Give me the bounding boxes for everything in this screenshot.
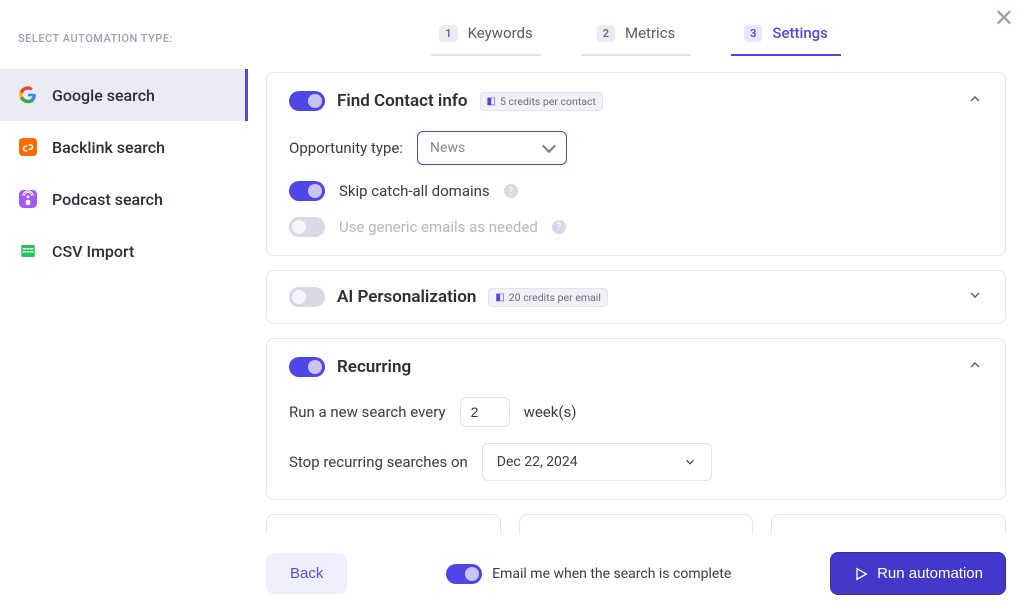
generic-emails-label: Use generic emails as needed [339,218,538,236]
run-automation-button[interactable]: Run automation [830,552,1006,595]
credits-icon: ◧ [487,96,496,107]
sidebar-item-podcast-search[interactable]: Podcast search [0,173,248,225]
ghost-card[interactable] [771,514,1006,534]
sidebar-item-label: Backlink search [52,138,165,157]
sidebar-item-label: Podcast search [52,190,163,209]
toggle-email-complete[interactable] [446,564,482,584]
step-settings[interactable]: 3 Settings [731,16,841,56]
card-title: Recurring [337,357,411,377]
stepper: 1 Keywords 2 Metrics 3 Settings [266,0,1006,66]
step-number: 3 [744,25,762,42]
step-label: Keywords [468,24,533,42]
step-number: 1 [439,25,457,42]
opportunity-type-select[interactable]: News [417,131,567,165]
credits-badge: ◧ 20 credits per email [488,288,608,307]
toggle-generic-emails[interactable] [289,217,325,237]
settings-content: Find Contact info ◧ 5 credits per contac… [266,66,1006,534]
email-complete-label: Email me when the search is complete [492,566,731,582]
opportunity-type-label: Opportunity type: [289,139,403,157]
run-every-input[interactable] [460,397,510,427]
sidebar-title: SELECT AUTOMATION TYPE: [0,22,248,69]
sidebar-item-backlink-search[interactable]: Backlink search [0,121,248,173]
help-icon[interactable]: ? [552,220,566,234]
step-label: Settings [772,24,828,42]
csv-icon [18,241,38,261]
credits-icon: ◧ [495,292,504,303]
card-title: AI Personalization [337,287,476,307]
sidebar-item-google-search[interactable]: Google search [0,69,248,121]
card-ai-personalization: AI Personalization ◧ 20 credits per emai… [266,270,1006,324]
card-recurring: Recurring Run a new search every week(s)… [266,338,1006,500]
sidebar-item-csv-import[interactable]: CSV Import [0,225,248,277]
chevron-up-icon[interactable] [967,357,983,377]
sidebar-item-label: CSV Import [52,242,134,261]
credits-badge: ◧ 5 credits per contact [480,92,603,111]
stop-on-label: Stop recurring searches on [289,453,468,471]
sidebar-item-label: Google search [52,86,155,105]
step-keywords[interactable]: 1 Keywords [431,16,541,56]
podcast-icon [18,189,38,209]
run-every-label: Run a new search every [289,403,446,421]
chevron-up-icon[interactable] [967,91,983,111]
help-icon[interactable]: ? [504,184,518,198]
play-icon [853,566,869,582]
additional-cards-row [266,514,1006,534]
step-label: Metrics [625,24,675,42]
main-panel: ✕ 1 Keywords 2 Metrics 3 Settings Find C… [248,0,1024,609]
skip-catchall-label: Skip catch-all domains [339,182,490,200]
ghost-card[interactable] [266,514,501,534]
chevron-down-icon[interactable] [967,287,983,307]
ghost-card[interactable] [519,514,754,534]
stop-date-select[interactable]: Dec 22, 2024 [482,443,712,481]
card-find-contact: Find Contact info ◧ 5 credits per contac… [266,72,1006,256]
toggle-skip-catchall[interactable] [289,181,325,201]
run-every-unit: week(s) [524,403,577,421]
step-number: 2 [597,25,615,42]
toggle-ai-personalization[interactable] [289,287,325,307]
step-metrics[interactable]: 2 Metrics [581,16,691,56]
sidebar: SELECT AUTOMATION TYPE: Google search Ba… [0,0,248,609]
backlink-icon [18,137,38,157]
google-icon [18,85,38,105]
email-on-complete-option: Email me when the search is complete [446,564,731,584]
back-button[interactable]: Back [266,553,347,594]
chevron-down-icon [683,455,697,469]
card-title: Find Contact info [337,91,468,111]
toggle-find-contact[interactable] [289,91,325,111]
toggle-recurring[interactable] [289,357,325,377]
footer: Back Email me when the search is complet… [266,534,1006,609]
close-icon[interactable]: ✕ [994,6,1014,30]
